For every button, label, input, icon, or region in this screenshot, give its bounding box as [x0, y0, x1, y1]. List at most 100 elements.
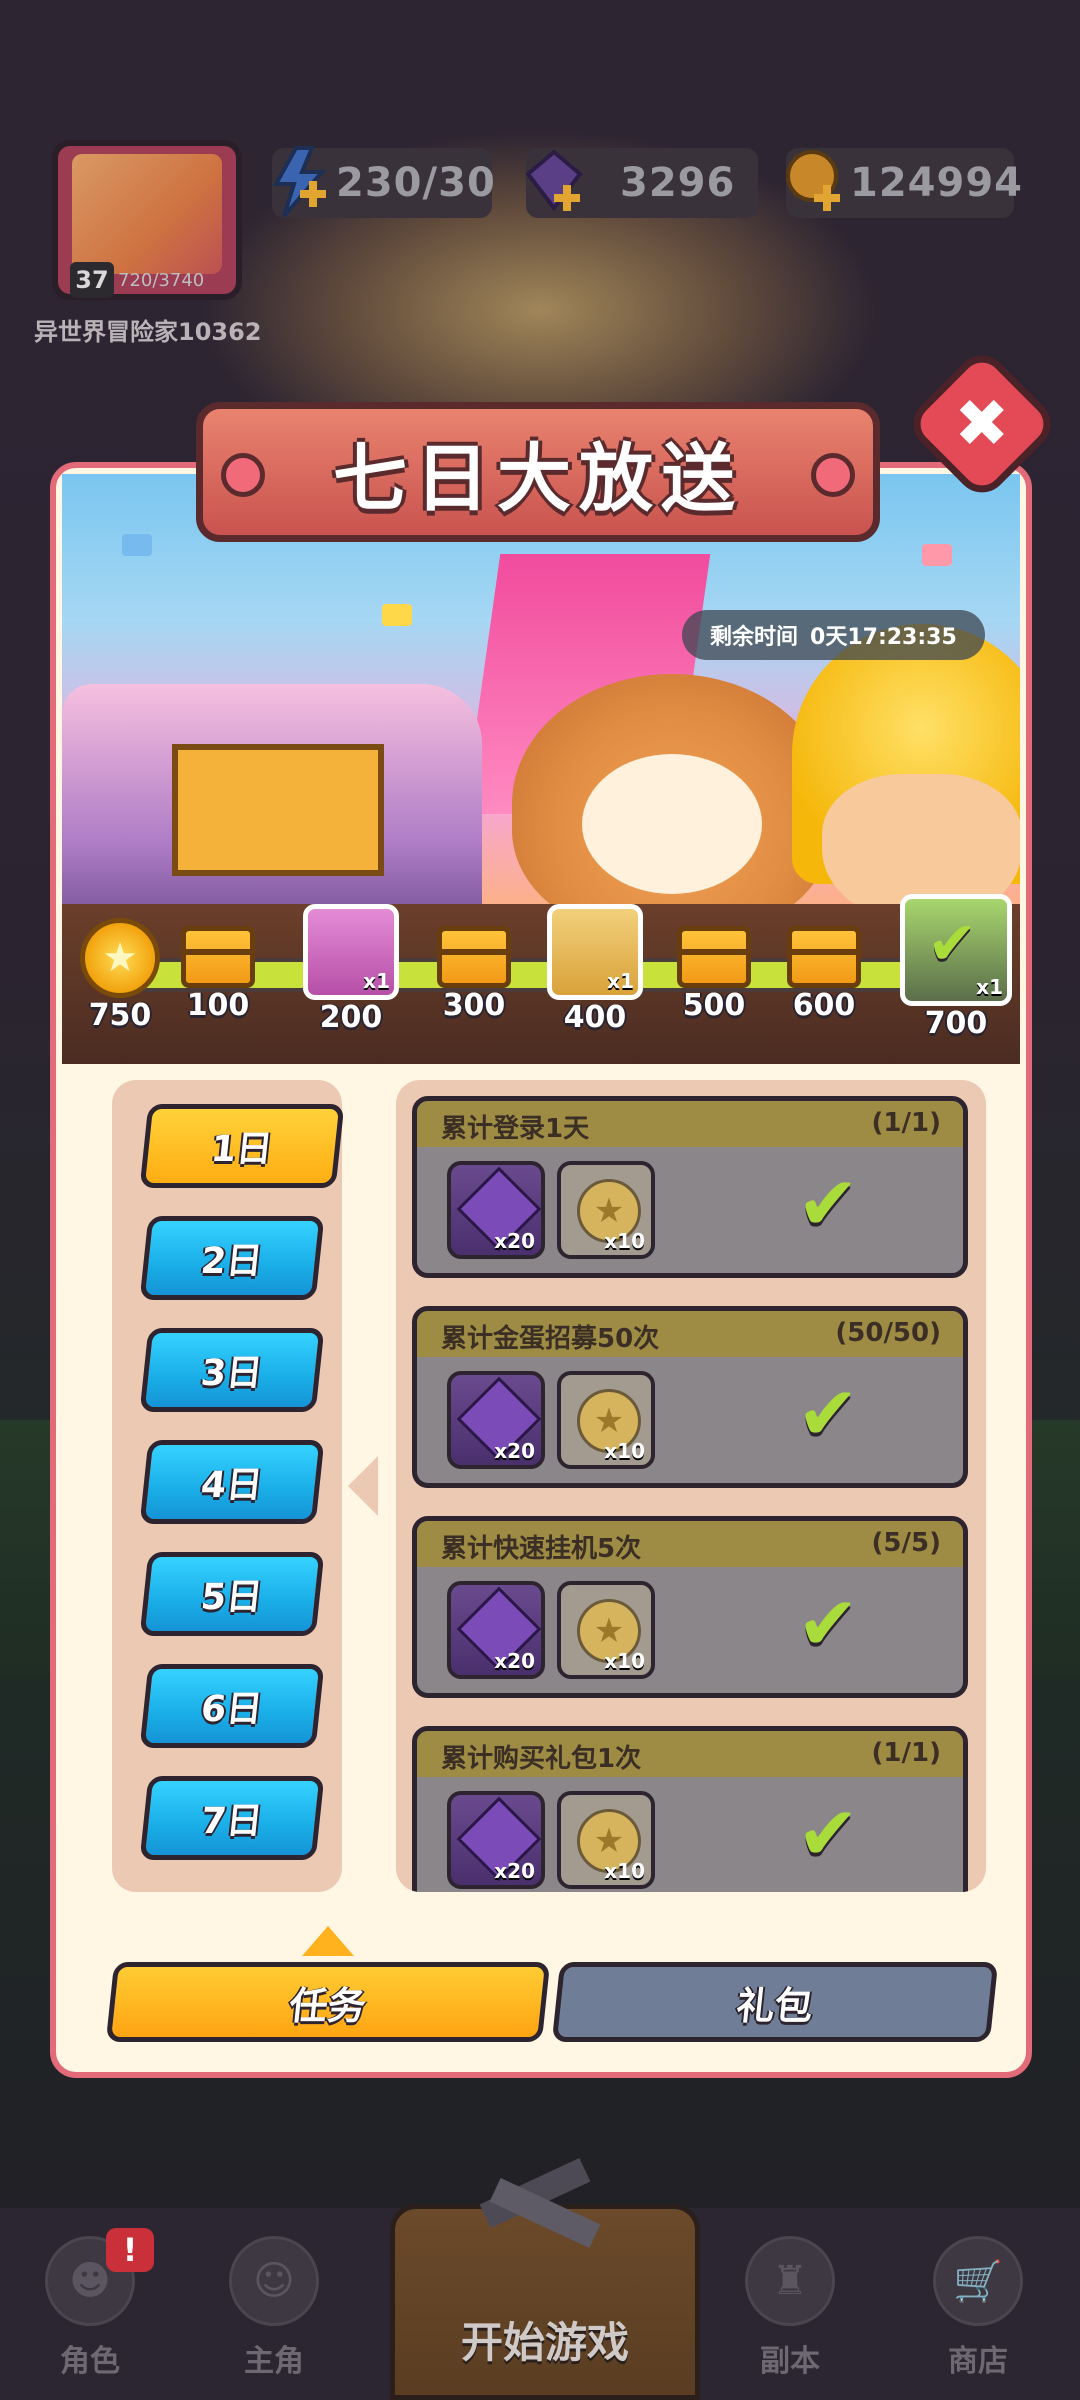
reward-label: 100 [186, 988, 250, 1023]
star-coin-reward-icon[interactable]: ★ x10 [557, 1371, 655, 1469]
task-item: 累计快速挂机5次 (5/5) x20 ★ x10 ✔ [412, 1516, 968, 1698]
nav-hero-label: 主角 [244, 2344, 304, 2379]
item-qty: x20 [494, 1859, 535, 1883]
reward-qty: x1 [607, 969, 634, 993]
player-name: 异世界冒险家10362 [34, 318, 262, 346]
gem-reward-icon[interactable]: x20 [447, 1161, 545, 1259]
timer-value: 0天17:23:35 [810, 625, 957, 650]
day-tab-1[interactable]: 1日 [139, 1104, 345, 1188]
reward-700[interactable]: ✔ x1 700 [898, 894, 1014, 1041]
day-tab-5[interactable]: 5日 [139, 1552, 325, 1636]
gold-coin-icon [786, 150, 840, 211]
nav-role-label: 角色 [60, 2344, 120, 2379]
event-title: 七日大放送 [333, 435, 743, 522]
start-game-label: 开始游戏 [460, 2318, 629, 2367]
reward-label: 600 [792, 988, 856, 1023]
seven-day-modal: 剩余时间 0天17:23:35 ★ 750 100 x1 200 300 x1 [50, 462, 1032, 2078]
item-qty: x10 [604, 1229, 645, 1253]
reward-label: 700 [924, 1006, 988, 1041]
gem-reward-icon[interactable]: x20 [447, 1791, 545, 1889]
gold-value: 124994 [850, 160, 1023, 206]
hero-icon: ☺ [229, 2236, 319, 2326]
reward-qty: x1 [363, 969, 390, 993]
energy-value: 230/30 [336, 160, 496, 206]
gold-counter[interactable]: 124994 [786, 148, 1022, 218]
nav-shop[interactable]: 🛒 商店 [918, 2236, 1038, 2380]
hero-card-icon: x1 [547, 904, 643, 1000]
reward-label: 500 [682, 988, 746, 1023]
day-panel-pointer [348, 1456, 378, 1516]
day-tab-7[interactable]: 7日 [139, 1776, 325, 1860]
reward-100[interactable]: 100 [168, 926, 268, 1023]
shopping-cart-icon: 🛒 [933, 2236, 1023, 2326]
close-icon: ✖ [954, 385, 1010, 462]
task-item: 累计登录1天 (1/1) x20 ★ x10 ✔ [412, 1096, 968, 1278]
task-progress: (50/50) [835, 1318, 941, 1348]
event-banner: 剩余时间 0天17:23:35 ★ 750 100 x1 200 300 x1 [62, 474, 1020, 1064]
tab-task[interactable]: 任务 [105, 1962, 551, 2042]
chest-icon [437, 926, 511, 988]
tab-gift-pack[interactable]: 礼包 [551, 1962, 999, 2042]
task-progress: (5/5) [871, 1528, 941, 1558]
timer-label: 剩余时间 [710, 625, 799, 650]
nav-dungeon[interactable]: ♜ 副本 [730, 2236, 850, 2380]
day-list: 1日 2日 3日 4日 5日 6日 7日 [112, 1080, 345, 1892]
banner-yellow-gift [172, 744, 384, 876]
banner-corgi-face [582, 754, 762, 894]
energy-counter[interactable]: 230/30 [272, 146, 495, 218]
day-tab-6[interactable]: 6日 [139, 1664, 325, 1748]
task-progress: (1/1) [871, 1108, 941, 1138]
energy-icon [272, 146, 327, 218]
item-qty: x10 [604, 1859, 645, 1883]
item-qty: x20 [494, 1649, 535, 1673]
chest-icon [787, 926, 861, 988]
task-title: 累计快速挂机5次 [441, 1534, 642, 1564]
nav-shop-label: 商店 [948, 2344, 1008, 2379]
completed-check-icon: ✔ [797, 1791, 860, 1877]
nav-hero[interactable]: ☺ 主角 [214, 2236, 334, 2380]
reward-500[interactable]: 500 [664, 926, 764, 1023]
star-coin-reward-icon[interactable]: ★ x10 [557, 1791, 655, 1889]
item-qty: x20 [494, 1229, 535, 1253]
xp-text: 720/3740 [118, 270, 205, 291]
task-title: 累计购买礼包1次 [441, 1744, 642, 1774]
notification-badge: ! [106, 2228, 154, 2272]
task-progress: (1/1) [871, 1738, 941, 1768]
reward-600[interactable]: 600 [774, 926, 874, 1023]
item-qty: x10 [604, 1649, 645, 1673]
task-title: 累计金蛋招募50次 [441, 1324, 660, 1354]
crossed-guns-icon [479, 2157, 601, 2249]
reward-label: 200 [319, 1000, 383, 1035]
day-tab-3[interactable]: 3日 [139, 1328, 325, 1412]
castle-icon: ♜ [745, 2236, 835, 2326]
item-qty: x10 [604, 1439, 645, 1463]
hero-card-claimed-icon: ✔ x1 [900, 894, 1012, 1006]
gem-counter[interactable]: 3296 [525, 148, 758, 218]
completed-check-icon: ✔ [797, 1581, 860, 1667]
gem-reward-icon[interactable]: x20 [447, 1371, 545, 1469]
reward-qty: x1 [976, 975, 1003, 999]
gem-value: 3296 [620, 160, 736, 206]
reward-300[interactable]: 300 [424, 926, 524, 1023]
hero-card-icon: x1 [303, 904, 399, 1000]
star-coin-reward-icon[interactable]: ★ x10 [557, 1161, 655, 1259]
task-list[interactable]: 累计登录1天 (1/1) x20 ★ x10 ✔ 累计金蛋招募50次 (50/50… [396, 1080, 986, 1892]
gem-reward-icon[interactable]: x20 [447, 1581, 545, 1679]
reward-750[interactable]: ★ 750 [70, 918, 170, 1033]
star-coin-reward-icon[interactable]: ★ x10 [557, 1581, 655, 1679]
task-item: 累计购买礼包1次 (1/1) x20 ★ x10 ✔ [412, 1726, 968, 1892]
item-qty: x20 [494, 1439, 535, 1463]
day-tab-2[interactable]: 2日 [139, 1216, 325, 1300]
chest-icon [677, 926, 751, 988]
reward-200[interactable]: x1 200 [296, 904, 406, 1035]
day-tab-4[interactable]: 4日 [139, 1440, 325, 1524]
reward-400[interactable]: x1 400 [540, 904, 650, 1035]
reward-label: 400 [563, 1000, 627, 1035]
nav-dungeon-label: 副本 [760, 2344, 820, 2379]
active-tab-pointer [302, 1926, 354, 1956]
star-coin-icon: ★ [80, 918, 160, 998]
completed-check-icon: ✔ [797, 1161, 860, 1247]
reward-label: 750 [88, 998, 152, 1033]
event-title-plaque: 七日大放送 [196, 402, 880, 542]
level-badge: 37 [70, 262, 114, 298]
